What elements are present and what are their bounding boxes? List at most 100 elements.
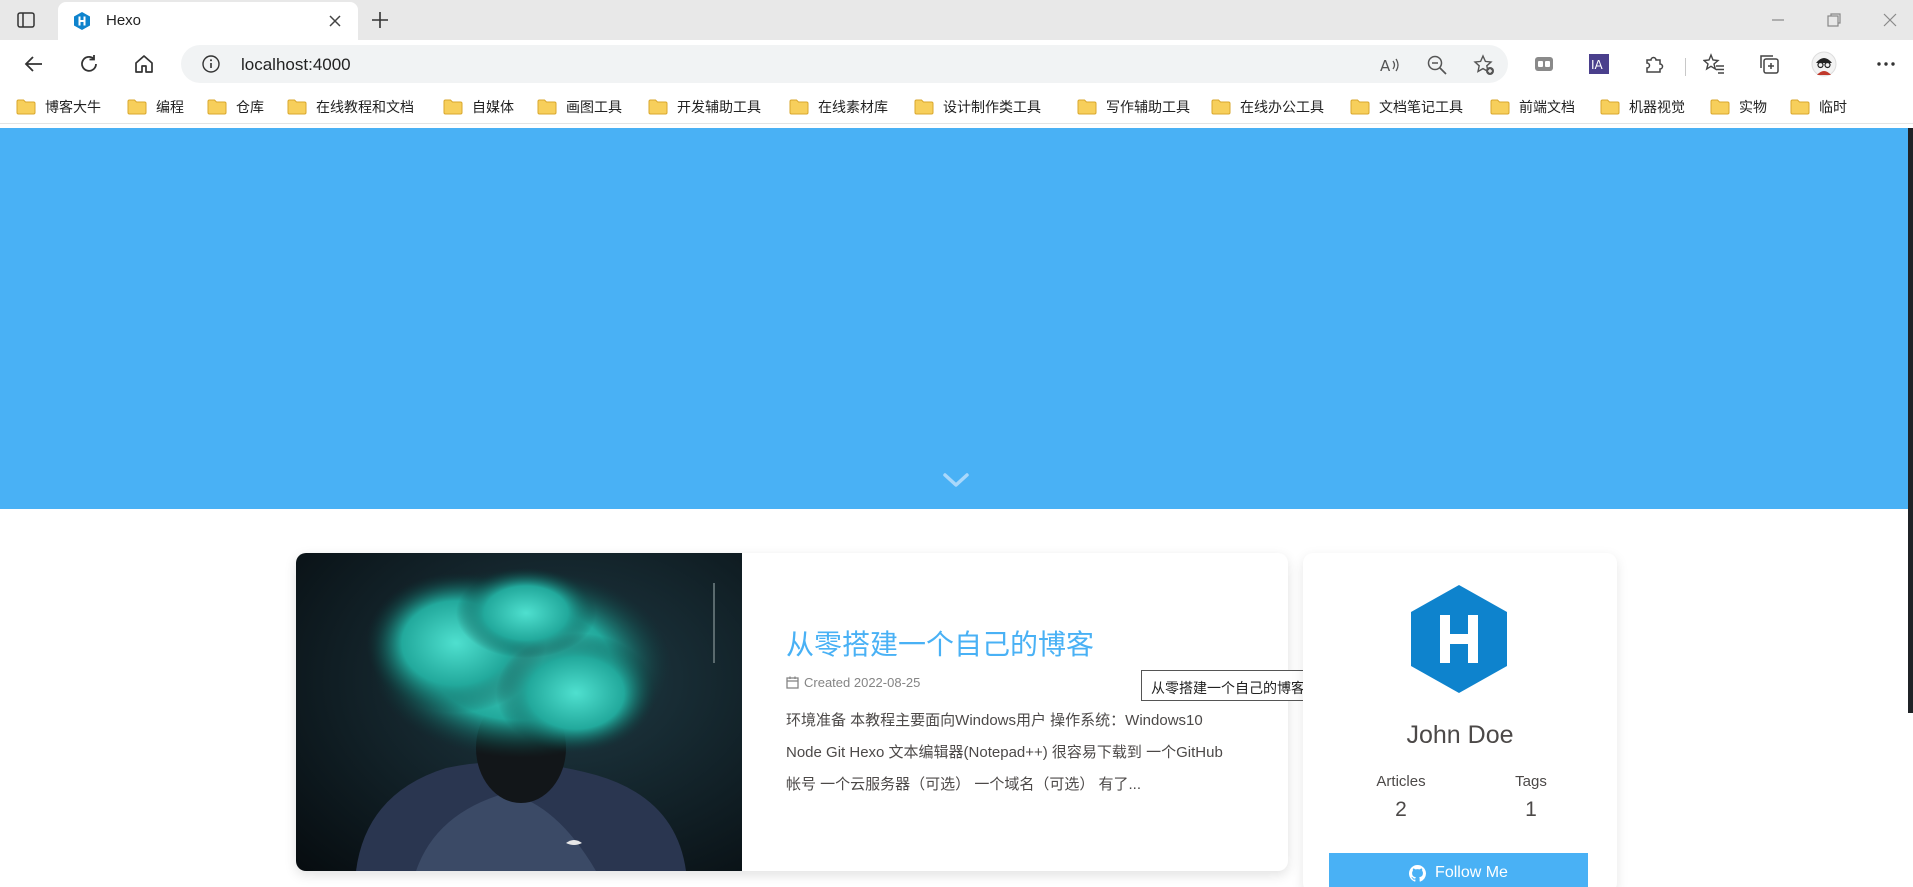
articles-count: 2 bbox=[1395, 798, 1407, 821]
browser-tab[interactable]: Hexo bbox=[58, 2, 358, 40]
puzzle-icon[interactable] bbox=[1640, 50, 1668, 78]
svg-text:IA: IA bbox=[1591, 58, 1604, 72]
bookmark-label: 前端文档 bbox=[1519, 99, 1575, 115]
browser-toolbar: localhost:4000 A IA bbox=[0, 40, 1913, 88]
close-window-icon[interactable] bbox=[1878, 8, 1902, 32]
hexo-logo-avatar[interactable] bbox=[1407, 583, 1511, 695]
close-tab-icon[interactable] bbox=[326, 12, 344, 30]
zoom-out-icon[interactable] bbox=[1426, 54, 1448, 76]
bookmark-item[interactable]: 前端文档 bbox=[1490, 96, 1575, 118]
folder-icon bbox=[1211, 99, 1231, 115]
bookmark-item[interactable]: 开发辅助工具 bbox=[648, 96, 761, 118]
bookmark-item[interactable]: 博客大牛 bbox=[16, 96, 101, 118]
bookmark-label: 开发辅助工具 bbox=[677, 99, 761, 115]
bookmark-item[interactable]: 仓库 bbox=[207, 96, 264, 118]
author-card: John Doe Articles 2 Tags 1 Follow Me bbox=[1303, 553, 1617, 887]
more-icon[interactable] bbox=[1872, 50, 1900, 78]
bookmark-label: 在线教程和文档 bbox=[316, 99, 414, 115]
refresh-icon[interactable] bbox=[75, 50, 103, 78]
favorites-icon[interactable] bbox=[1700, 50, 1728, 78]
collections-icon[interactable] bbox=[1755, 50, 1783, 78]
new-tab-icon[interactable] bbox=[368, 8, 392, 32]
read-aloud-icon[interactable]: A bbox=[1379, 54, 1401, 76]
tags-stat[interactable]: Tags 1 bbox=[1466, 773, 1596, 822]
bookmark-label: 文档笔记工具 bbox=[1379, 99, 1463, 115]
post-title[interactable]: 从零搭建一个自己的博客 bbox=[786, 623, 1094, 663]
bookmark-label: 在线办公工具 bbox=[1240, 99, 1324, 115]
bookmark-label: 机器视觉 bbox=[1629, 99, 1685, 115]
calendar-icon bbox=[786, 676, 799, 689]
home-icon[interactable] bbox=[130, 50, 158, 78]
bookmark-item[interactable]: 临时 bbox=[1790, 96, 1847, 118]
bookmark-label: 设计制作类工具 bbox=[943, 99, 1041, 115]
post-date: Created 2022-08-25 bbox=[804, 675, 921, 690]
bookmark-label: 实物 bbox=[1739, 99, 1767, 115]
title-tooltip: 从零搭建一个自己的博客 bbox=[1141, 670, 1324, 701]
bookmark-item[interactable]: 编程 bbox=[127, 96, 184, 118]
folder-icon bbox=[1077, 99, 1097, 115]
restore-icon[interactable] bbox=[1822, 8, 1846, 32]
follow-me-button[interactable]: Follow Me bbox=[1329, 853, 1588, 887]
page-scrollbar[interactable] bbox=[1908, 128, 1913, 713]
svg-text:A: A bbox=[1380, 57, 1391, 75]
bookmark-label: 写作辅助工具 bbox=[1106, 99, 1190, 115]
scroll-down-icon[interactable] bbox=[941, 470, 971, 490]
bookmarks-bar: 博客大牛 编程 仓库 在线教程和文档 自媒体 画图工具 开发辅助工具 在线素材库 设计制作类工具… bbox=[0, 88, 1913, 124]
folder-icon bbox=[1710, 99, 1730, 115]
back-icon[interactable] bbox=[20, 50, 48, 78]
folder-icon bbox=[914, 99, 934, 115]
post-card[interactable]: 从零搭建一个自己的博客 Created 2022-08-25 环境准备 本教程主… bbox=[296, 553, 1288, 871]
folder-icon bbox=[1490, 99, 1510, 115]
post-cover-image[interactable] bbox=[296, 553, 742, 871]
folder-icon bbox=[789, 99, 809, 115]
bookmark-item[interactable]: 在线教程和文档 bbox=[287, 96, 414, 118]
tags-count: 1 bbox=[1525, 798, 1537, 821]
add-favorite-icon[interactable] bbox=[1473, 54, 1495, 76]
articles-label: Articles bbox=[1376, 773, 1426, 790]
bookmark-label: 临时 bbox=[1819, 99, 1847, 115]
tab-strip: Hexo bbox=[0, 0, 1913, 40]
folder-icon bbox=[287, 99, 307, 115]
follow-label: Follow Me bbox=[1435, 864, 1508, 881]
hexo-icon bbox=[73, 12, 91, 30]
tab-actions-icon[interactable] bbox=[14, 8, 38, 32]
hero-banner bbox=[0, 128, 1913, 509]
bookmark-label: 在线素材库 bbox=[818, 99, 888, 115]
folder-icon bbox=[1350, 99, 1370, 115]
folder-icon bbox=[1600, 99, 1620, 115]
folder-icon bbox=[537, 99, 557, 115]
folder-icon bbox=[16, 99, 36, 115]
bookmark-label: 自媒体 bbox=[472, 99, 514, 115]
address-bar[interactable]: localhost:4000 A bbox=[181, 45, 1508, 83]
github-icon bbox=[1409, 864, 1427, 882]
bookmark-item[interactable]: 自媒体 bbox=[443, 96, 514, 118]
bookmark-item[interactable]: 实物 bbox=[1710, 96, 1767, 118]
bookmark-item[interactable]: 写作辅助工具 bbox=[1077, 96, 1190, 118]
bookmark-item[interactable]: 机器视觉 bbox=[1600, 96, 1685, 118]
bookmark-item[interactable]: 画图工具 bbox=[537, 96, 622, 118]
url-text[interactable]: localhost:4000 bbox=[241, 55, 351, 75]
articles-stat[interactable]: Articles 2 bbox=[1336, 773, 1466, 822]
bookmark-label: 博客大牛 bbox=[45, 99, 101, 115]
bookmark-item[interactable]: 文档笔记工具 bbox=[1350, 96, 1463, 118]
bookmark-item[interactable]: 在线办公工具 bbox=[1211, 96, 1324, 118]
minimize-icon[interactable] bbox=[1766, 8, 1790, 32]
folder-icon bbox=[648, 99, 668, 115]
bookmark-item[interactable]: 设计制作类工具 bbox=[914, 96, 1041, 118]
tab-manager-icon[interactable] bbox=[1530, 50, 1558, 78]
folder-icon bbox=[443, 99, 463, 115]
bookmark-label: 编程 bbox=[156, 99, 184, 115]
folder-icon bbox=[207, 99, 227, 115]
site-info-icon[interactable] bbox=[201, 54, 221, 74]
bookmark-item[interactable]: 在线素材库 bbox=[789, 96, 888, 118]
post-excerpt: 环境准备 本教程主要面向Windows用户 操作系统：Windows10 Nod… bbox=[786, 712, 1223, 793]
bookmark-label: 仓库 bbox=[236, 99, 264, 115]
bookmark-label: 画图工具 bbox=[566, 99, 622, 115]
profile-avatar-icon[interactable] bbox=[1810, 50, 1838, 78]
folder-icon bbox=[1790, 99, 1810, 115]
tags-label: Tags bbox=[1515, 773, 1547, 790]
tab-title: Hexo bbox=[106, 12, 142, 29]
folder-icon bbox=[127, 99, 147, 115]
ia-extension-icon[interactable]: IA bbox=[1585, 50, 1613, 78]
author-name: John Doe bbox=[1406, 721, 1514, 749]
